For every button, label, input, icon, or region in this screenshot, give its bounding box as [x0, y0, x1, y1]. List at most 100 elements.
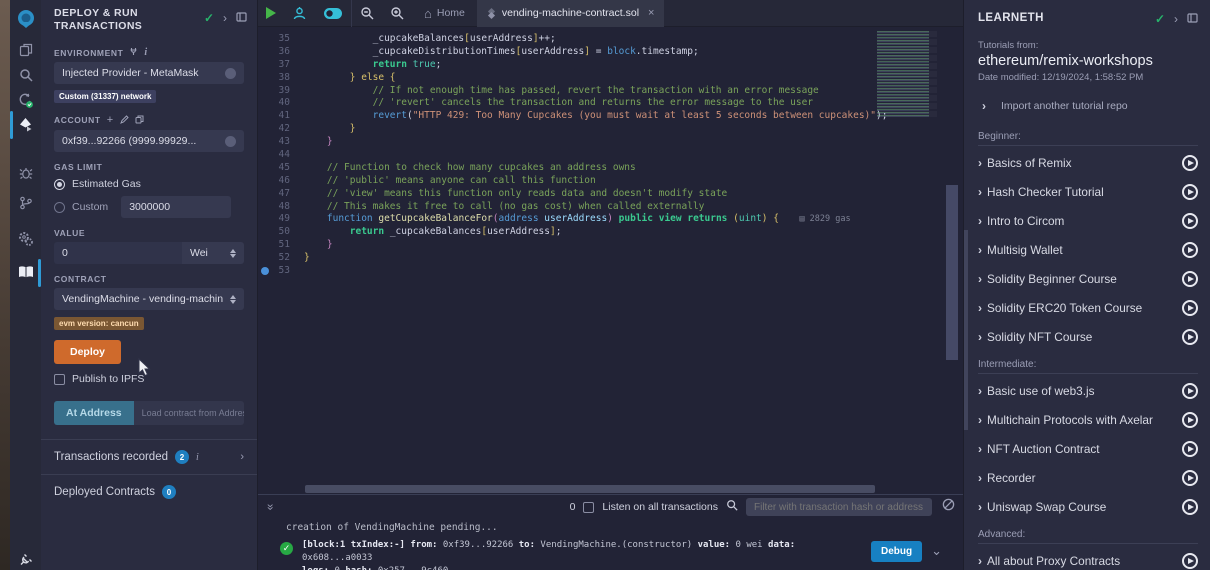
tutorial-play-button[interactable] — [1182, 242, 1198, 258]
tutorial-play-button[interactable] — [1182, 271, 1198, 287]
tutorial-expand-chevron[interactable]: › — [978, 471, 982, 485]
tutorial-expand-chevron[interactable]: › — [978, 156, 982, 170]
tutorial-item[interactable]: ›Hash Checker Tutorial — [978, 177, 1198, 206]
code-line[interactable]: 44 — [258, 149, 963, 162]
tutorial-item[interactable]: ›Solidity Beginner Course — [978, 264, 1198, 293]
at-address-button[interactable]: At Address — [54, 401, 134, 425]
publish-ipfs-checkbox[interactable] — [54, 374, 65, 385]
value-input[interactable]: 0 — [54, 242, 182, 264]
import-tutorial-row[interactable]: › Import another tutorial repo — [964, 83, 1210, 113]
zoom-in-icon[interactable] — [382, 0, 412, 27]
tutorial-expand-chevron[interactable]: › — [978, 442, 982, 456]
line-number[interactable]: 43 — [258, 136, 304, 149]
code-line[interactable]: 50 return _cupcakeBalances[userAddress]; — [258, 226, 963, 239]
code-line[interactable]: 52} — [258, 252, 963, 265]
terminal-clear-icon[interactable] — [942, 498, 955, 516]
listen-all-checkbox[interactable] — [583, 502, 594, 513]
vertical-scrollbar[interactable] — [946, 185, 958, 360]
run-script-button[interactable] — [258, 0, 284, 27]
tutorial-play-button[interactable] — [1182, 441, 1198, 457]
environment-settings-icon[interactable] — [225, 68, 236, 79]
debug-button[interactable]: Debug — [871, 541, 922, 562]
transactions-info-icon[interactable]: i — [196, 452, 199, 463]
tutorial-item[interactable]: ›Basic use of web3.js — [978, 376, 1198, 405]
tx-expand-chevron[interactable]: ⌄ — [931, 543, 942, 559]
line-number[interactable]: 53 — [258, 265, 304, 278]
deploy-button[interactable]: Deploy — [54, 340, 121, 364]
code-line[interactable]: 35 _cupcakeBalances[userAddress]++; — [258, 33, 963, 46]
code-line[interactable]: 53 — [258, 265, 963, 278]
line-number[interactable]: 50 — [258, 226, 304, 239]
ai-assistant-icon[interactable] — [284, 0, 315, 27]
code-line[interactable]: 36 _cupcakeDistributionTimes[userAddress… — [258, 46, 963, 59]
plug-icon[interactable] — [10, 546, 41, 570]
pin-panel-icon[interactable] — [236, 9, 247, 27]
tutorial-expand-chevron[interactable]: › — [978, 243, 982, 257]
tutorial-expand-chevron[interactable]: › — [978, 330, 982, 344]
tab-vending-machine-contract[interactable]: vending-machine-contract.sol × — [477, 0, 665, 27]
tutorial-expand-chevron[interactable]: › — [978, 301, 982, 315]
terminal-filter-input[interactable] — [746, 498, 932, 516]
line-number[interactable]: 35 — [258, 33, 304, 46]
tutorial-play-button[interactable] — [1182, 553, 1198, 569]
line-number[interactable]: 42 — [258, 123, 304, 136]
line-number[interactable]: 47 — [258, 188, 304, 201]
file-explorer-icon[interactable] — [10, 37, 41, 63]
code-line[interactable]: 40 // 'revert' cancels the transaction a… — [258, 97, 963, 110]
code-line[interactable]: 37 return true; — [258, 59, 963, 72]
tutorial-expand-chevron[interactable]: › — [978, 185, 982, 199]
code-line[interactable]: 49 function getCupcakeBalanceFor(address… — [258, 213, 963, 226]
code-line[interactable]: 39 // If not enough time has passed, rev… — [258, 85, 963, 98]
remix-logo-icon[interactable] — [10, 6, 41, 32]
deployed-contracts-row[interactable]: Deployed Contracts 0 — [41, 474, 257, 509]
code-editor[interactable]: 35 _cupcakeBalances[userAddress]++;36 _c… — [258, 28, 963, 494]
tutorial-item[interactable]: ›Solidity ERC20 Token Course — [978, 293, 1198, 322]
tutorial-item[interactable]: ›All about Proxy Contracts — [978, 546, 1198, 570]
settings-icon[interactable] — [10, 225, 41, 251]
tutorial-play-button[interactable] — [1182, 470, 1198, 486]
line-number[interactable]: 38 — [258, 72, 304, 85]
line-number[interactable]: 40 — [258, 97, 304, 110]
tutorial-play-button[interactable] — [1182, 329, 1198, 345]
code-line[interactable]: 38 } else { — [258, 72, 963, 85]
code-line[interactable]: 47 // 'view' means this function only re… — [258, 188, 963, 201]
deploy-and-run-icon[interactable] — [10, 111, 41, 137]
custom-gas-radio[interactable] — [54, 202, 65, 213]
breakpoint-dot[interactable] — [261, 267, 269, 275]
env-info-icon[interactable]: i — [144, 47, 147, 58]
learneth-scrollbar[interactable] — [964, 230, 968, 430]
line-number[interactable]: 49 — [258, 213, 304, 226]
line-number[interactable]: 51 — [258, 239, 304, 252]
learneth-collapse-chevron[interactable]: › — [1174, 12, 1178, 26]
tutorial-play-button[interactable] — [1182, 300, 1198, 316]
tutorial-item[interactable]: ›Multisig Wallet — [978, 235, 1198, 264]
code-line[interactable]: 43 } — [258, 136, 963, 149]
env-plug-icon[interactable] — [129, 47, 138, 58]
account-settings-icon[interactable] — [225, 136, 236, 147]
line-number[interactable]: 46 — [258, 175, 304, 188]
tutorial-play-button[interactable] — [1182, 213, 1198, 229]
tutorial-play-button[interactable] — [1182, 184, 1198, 200]
tutorial-expand-chevron[interactable]: › — [978, 500, 982, 514]
learneth-pin-icon[interactable] — [1187, 10, 1198, 28]
horizontal-scrollbar[interactable] — [305, 485, 875, 493]
account-select[interactable]: 0xf39...92266 (9999.99929... — [54, 130, 244, 152]
code-line[interactable]: 51 } — [258, 239, 963, 252]
transactions-recorded-row[interactable]: Transactions recorded 2 i › — [41, 439, 257, 474]
code-line[interactable]: 45 // Function to check how many cupcake… — [258, 162, 963, 175]
tab-home[interactable]: ⌂ Home — [412, 0, 477, 27]
code-line[interactable]: 46 // 'public' means anyone can call thi… — [258, 175, 963, 188]
at-address-input[interactable]: Load contract from Addres — [134, 401, 244, 425]
transaction-log-row[interactable]: ✓ [block:1 txIndex:-] from: 0xf39...9226… — [258, 533, 963, 570]
transactions-expand-chevron[interactable]: › — [240, 451, 244, 463]
line-number[interactable]: 44 — [258, 149, 304, 162]
edit-account-icon[interactable] — [120, 115, 129, 126]
line-number[interactable]: 52 — [258, 252, 304, 265]
zoom-out-icon[interactable] — [352, 0, 382, 27]
tutorial-expand-chevron[interactable]: › — [978, 413, 982, 427]
copy-account-icon[interactable] — [135, 115, 144, 126]
learneth-book-icon[interactable] — [10, 259, 41, 285]
tutorial-play-button[interactable] — [1182, 383, 1198, 399]
add-account-icon[interactable]: + — [107, 114, 114, 126]
code-line[interactable]: 48 // This makes it free to call (no gas… — [258, 201, 963, 214]
